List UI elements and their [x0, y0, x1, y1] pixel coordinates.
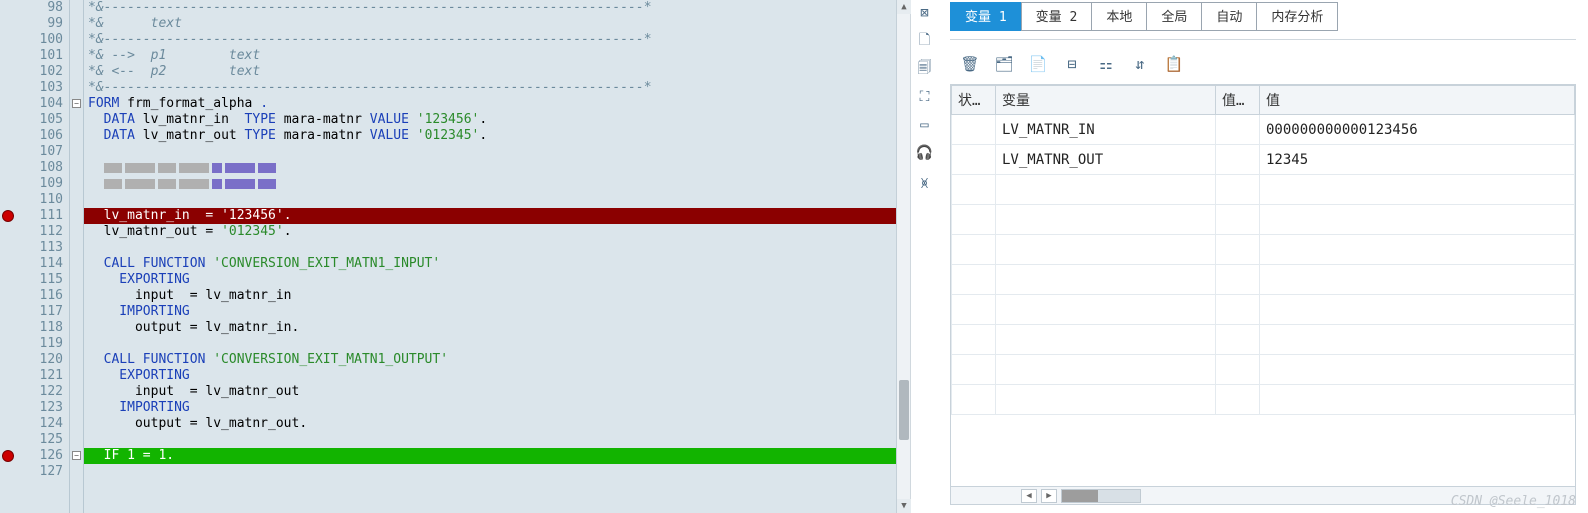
code-line-105[interactable]: DATA lv_matnr_in TYPE mara-matnr VALUE '…: [84, 112, 910, 128]
line-number-gutter: 9899100101102103104105106107108109110111…: [16, 0, 70, 513]
delete-icon[interactable]: 🗑: [960, 54, 980, 74]
code-line-102[interactable]: *& <-- p2 text: [84, 64, 910, 80]
fold-toggle[interactable]: −: [72, 451, 81, 460]
save-variant-icon[interactable]: 🗂: [994, 54, 1014, 74]
code-line-127[interactable]: [84, 464, 910, 480]
code-line-101[interactable]: *& --> p1 text: [84, 48, 910, 64]
code-line-120[interactable]: CALL FUNCTION 'CONVERSION_EXIT_MATN1_OUT…: [84, 352, 910, 368]
var-value: 000000000000123456: [1260, 115, 1575, 145]
code-line-107[interactable]: [84, 144, 910, 160]
code-line-99[interactable]: *& text: [84, 16, 910, 32]
window-icon[interactable]: ▭: [916, 116, 934, 134]
code-line-98[interactable]: *&--------------------------------------…: [84, 0, 910, 16]
new-doc-icon[interactable]: 🗋: [916, 32, 934, 50]
columns-config-icon[interactable]: ⚏: [1096, 54, 1116, 74]
code-line-116[interactable]: input = lv_matnr_in: [84, 288, 910, 304]
code-line-110[interactable]: [84, 192, 910, 208]
variables-table-wrap: 状… 变量 值… 值 LV_MATNR_IN 000000000000123456…: [950, 84, 1576, 505]
code-line-126[interactable]: IF 1 = 1.: [84, 448, 910, 464]
tab-4[interactable]: 自动: [1201, 2, 1257, 31]
sort-icon[interactable]: ⇵: [1130, 54, 1150, 74]
vertical-scrollbar[interactable]: ▲ ▼: [896, 0, 910, 513]
close-box-icon[interactable]: ⊠: [916, 4, 934, 22]
obscured-line: [84, 160, 910, 176]
remove-row-icon[interactable]: ⊟: [1062, 54, 1082, 74]
variable-row[interactable]: LV_MATNR_IN 000000000000123456: [952, 115, 1575, 145]
empty-row[interactable]: [952, 325, 1575, 355]
code-line-123[interactable]: IMPORTING: [84, 400, 910, 416]
fold-toggle[interactable]: −: [72, 99, 81, 108]
code-line-118[interactable]: output = lv_matnr_in.: [84, 320, 910, 336]
code-line-103[interactable]: *&--------------------------------------…: [84, 80, 910, 96]
empty-row[interactable]: [952, 385, 1575, 415]
tab-0[interactable]: 变量 1: [950, 2, 1022, 31]
empty-row[interactable]: [952, 235, 1575, 265]
empty-row[interactable]: [952, 355, 1575, 385]
breakpoint-icon[interactable]: [2, 450, 14, 462]
col-header-valtype[interactable]: 值…: [1216, 86, 1260, 115]
tab-5[interactable]: 内存分析: [1256, 2, 1338, 31]
variables-table: 状… 变量 值… 值 LV_MATNR_IN 000000000000123456…: [951, 85, 1575, 415]
code-line-106[interactable]: DATA lv_matnr_out TYPE mara-matnr VALUE …: [84, 128, 910, 144]
breakpoint-icon[interactable]: [2, 210, 14, 222]
scroll-thumb[interactable]: [899, 380, 909, 440]
code-line-117[interactable]: IMPORTING: [84, 304, 910, 320]
col-header-variable[interactable]: 变量: [996, 86, 1216, 115]
code-area[interactable]: *&--------------------------------------…: [84, 0, 910, 513]
variables-pane: 变量 1变量 2本地全局自动内存分析 🗑 🗂 📄 ⊟ ⚏ ⇵ 📋 状… 变量 值… 值 LV…: [938, 0, 1588, 513]
empty-row[interactable]: [952, 265, 1575, 295]
code-line-112[interactable]: lv_matnr_out = '012345'.: [84, 224, 910, 240]
tab-1[interactable]: 变量 2: [1021, 2, 1093, 31]
var-value: 12345: [1260, 145, 1575, 175]
tab-3[interactable]: 全局: [1146, 2, 1202, 31]
tab-2[interactable]: 本地: [1091, 2, 1147, 31]
editor-icon-strip: ⊠ 🗋 🗐 ⛶ ▭ 🎧 🝍: [910, 0, 938, 513]
empty-row[interactable]: [952, 175, 1575, 205]
code-line-111[interactable]: lv_matnr_in = '123456'.: [84, 208, 910, 224]
variables-toolbar: 🗑 🗂 📄 ⊟ ⚏ ⇵ 📋: [942, 40, 1584, 84]
copy-doc-icon[interactable]: 🗐: [916, 60, 934, 78]
code-line-104[interactable]: FORM frm_format_alpha .: [84, 96, 910, 112]
code-line-113[interactable]: [84, 240, 910, 256]
tab-bar: 变量 1变量 2本地全局自动内存分析: [950, 2, 1584, 31]
var-name: LV_MATNR_IN: [996, 115, 1216, 145]
scroll-thumb-h[interactable]: [1062, 490, 1098, 502]
code-line-115[interactable]: EXPORTING: [84, 272, 910, 288]
empty-row[interactable]: [952, 295, 1575, 325]
code-line-100[interactable]: *&--------------------------------------…: [84, 32, 910, 48]
fold-gutter[interactable]: −−: [70, 0, 84, 513]
headphones-icon[interactable]: 🎧: [916, 144, 934, 162]
clipboard-icon[interactable]: 📋: [1164, 54, 1184, 74]
scroll-up-arrow[interactable]: ▲: [897, 0, 911, 14]
code-line-125[interactable]: [84, 432, 910, 448]
flowchart-icon[interactable]: 🝍: [916, 172, 934, 190]
code-editor-pane: 9899100101102103104105106107108109110111…: [0, 0, 910, 513]
scroll-down-arrow[interactable]: ▼: [897, 499, 911, 513]
empty-row[interactable]: [952, 205, 1575, 235]
scroll-track[interactable]: [1061, 489, 1141, 503]
variable-row[interactable]: LV_MATNR_OUT 12345: [952, 145, 1575, 175]
scroll-right-arrow[interactable]: ▶: [1041, 489, 1057, 503]
code-line-122[interactable]: input = lv_matnr_out: [84, 384, 910, 400]
code-line-124[interactable]: output = lv_matnr_out.: [84, 416, 910, 432]
fullscreen-icon[interactable]: ⛶: [916, 88, 934, 106]
scroll-left-arrow[interactable]: ◀: [1021, 489, 1037, 503]
watermark: CSDN @Seele_1018: [1451, 494, 1576, 509]
obscured-line: [84, 176, 910, 192]
page-list-icon[interactable]: 📄: [1028, 54, 1048, 74]
col-header-value[interactable]: 值: [1260, 86, 1575, 115]
code-line-114[interactable]: CALL FUNCTION 'CONVERSION_EXIT_MATN1_INP…: [84, 256, 910, 272]
col-header-status[interactable]: 状…: [952, 86, 996, 115]
var-name: LV_MATNR_OUT: [996, 145, 1216, 175]
breakpoint-gutter[interactable]: [0, 0, 16, 513]
code-line-119[interactable]: [84, 336, 910, 352]
code-line-121[interactable]: EXPORTING: [84, 368, 910, 384]
